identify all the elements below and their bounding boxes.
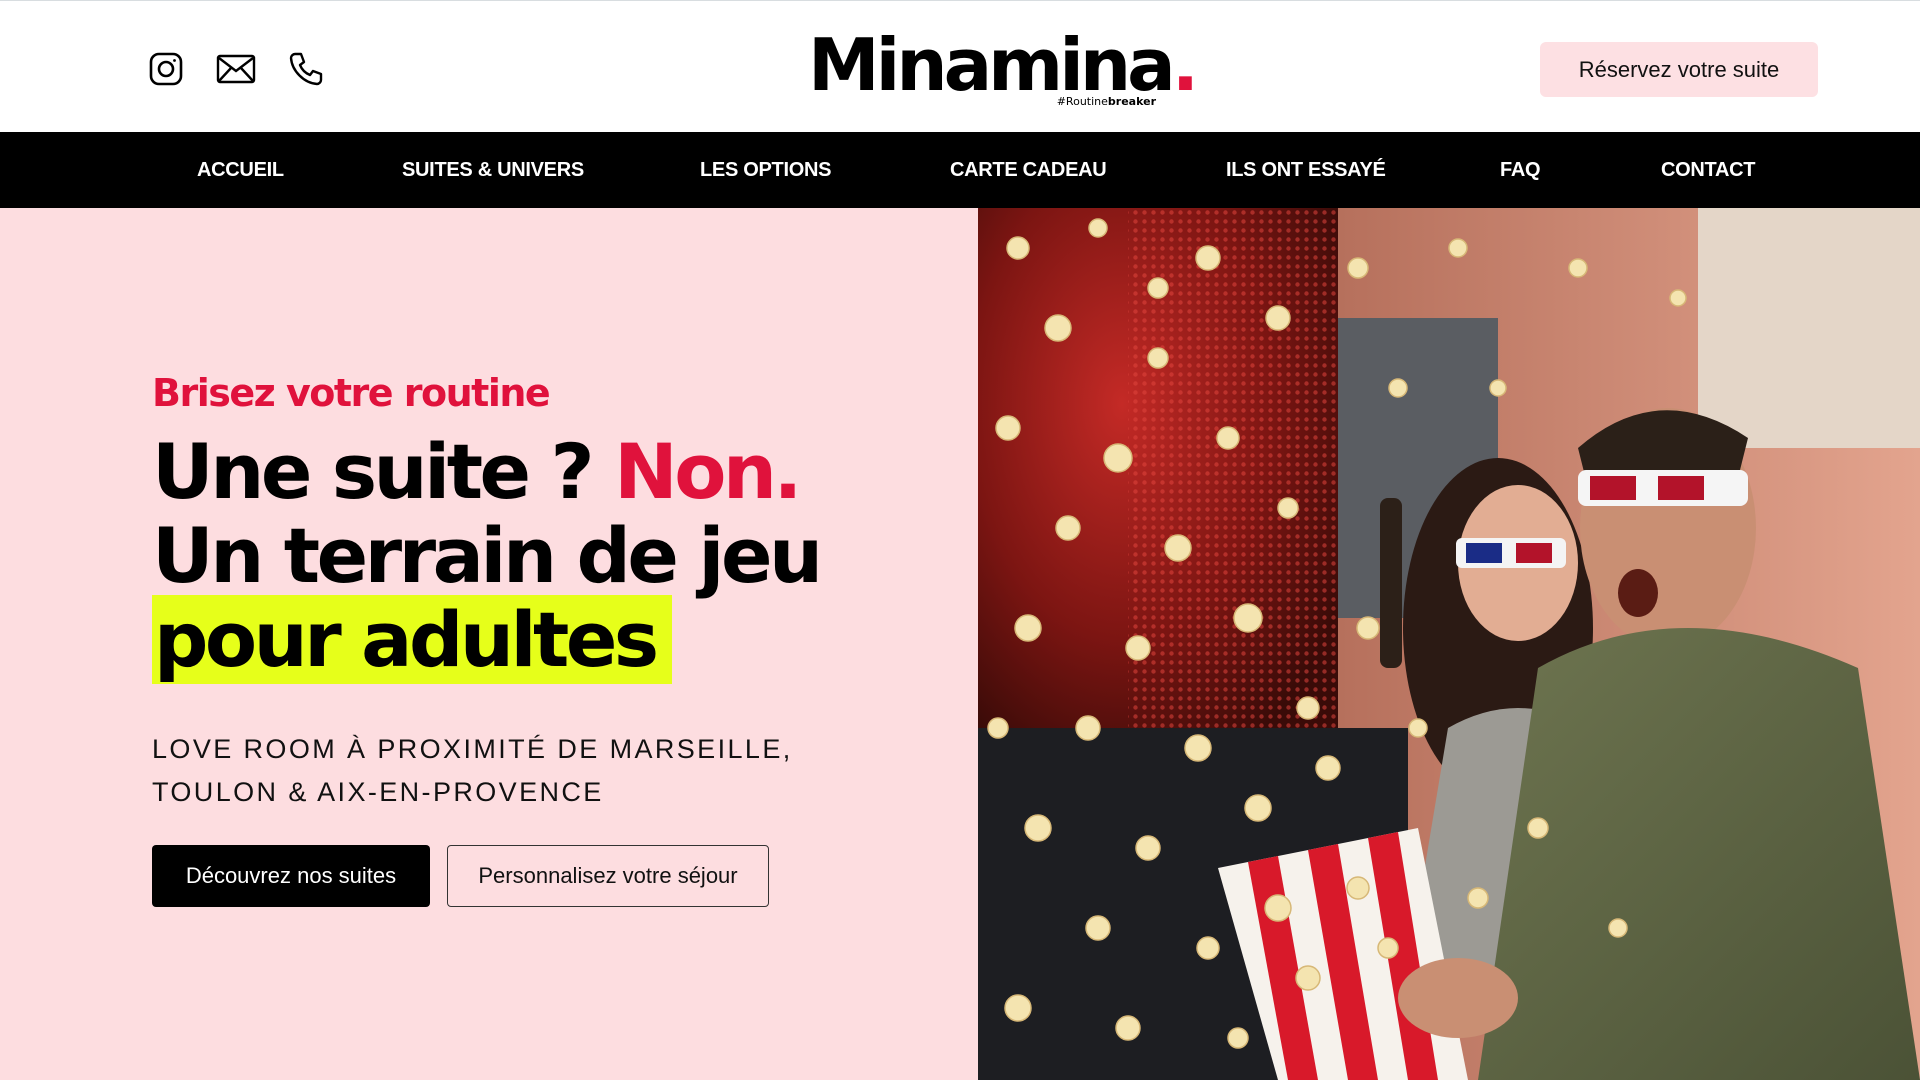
discover-suites-button[interactable]: Découvrez nos suites [152, 845, 430, 907]
headline-line-3: pour adultes [152, 595, 672, 684]
site-header: Minamina. #Routinebreaker Réservez votre… [0, 0, 1920, 132]
logo-dot: . [1171, 23, 1199, 107]
headline-line-1-a: Une suite ? [152, 427, 615, 516]
hero-image [978, 208, 1920, 1080]
logo-tag-suffix: breaker [1107, 95, 1156, 108]
hero-subline: LOVE ROOM À PROXIMITÉ DE MARSEILLE, TOUL… [152, 728, 793, 814]
logo-tagline: #Routinebreaker [1057, 95, 1156, 108]
headline-line-3-wrap: pour adultes [152, 595, 820, 684]
nav-item-accueil[interactable]: ACCUEIL [197, 132, 284, 208]
instagram-icon[interactable] [146, 49, 186, 89]
nav-item-carte-cadeau[interactable]: CARTE CADEAU [950, 132, 1107, 208]
headline-line-1: Une suite ? Non. [152, 430, 820, 514]
customize-stay-button[interactable]: Personnalisez votre séjour [447, 845, 769, 907]
mail-icon[interactable] [216, 49, 256, 89]
phone-icon[interactable] [286, 49, 326, 89]
nav-item-contact[interactable]: CONTACT [1661, 132, 1755, 208]
hero-subline-2: TOULON & AIX-EN-PROVENCE [152, 777, 604, 807]
site-logo[interactable]: Minamina. #Routinebreaker [808, 25, 1199, 111]
hero-subline-1: LOVE ROOM À PROXIMITÉ DE MARSEILLE, [152, 734, 793, 764]
nav-item-ils-ont-essaye[interactable]: ILS ONT ESSAYÉ [1226, 132, 1386, 208]
logo-tag-prefix: #Routine [1056, 95, 1108, 108]
social-links [146, 49, 326, 89]
nav-item-faq[interactable]: FAQ [1500, 132, 1541, 208]
headline-line-1-b: Non. [614, 427, 802, 516]
headline-line-2: Un terrain de jeu [152, 511, 823, 600]
nav-item-les-options[interactable]: LES OPTIONS [700, 132, 831, 208]
hero-photo-illustration [978, 208, 1920, 1080]
nav-item-suites-univers[interactable]: SUITES & UNIVERS [402, 132, 584, 208]
logo-wordmark: Minamina. [808, 25, 1199, 105]
reserve-suite-button[interactable]: Réservez votre suite [1540, 42, 1818, 97]
hero-headline: Une suite ? Non. Un terrain de jeu pour … [152, 430, 823, 684]
hero-kicker: Brisez votre routine [152, 371, 551, 415]
main-nav: ACCUEIL SUITES & UNIVERS LES OPTIONS CAR… [0, 132, 1920, 208]
hero-text-panel: Brisez votre routine Une suite ? Non. Un… [0, 208, 978, 1080]
